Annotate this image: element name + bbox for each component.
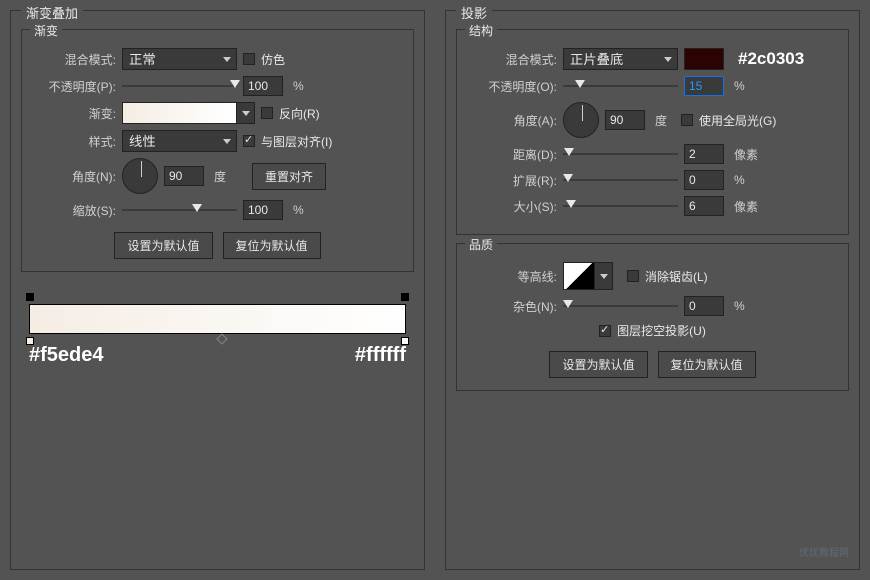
distance-label: 距离(D): xyxy=(467,146,557,163)
panel-title: 渐变叠加 xyxy=(21,3,83,22)
color-stop-right[interactable] xyxy=(401,337,409,345)
align-checkbox[interactable] xyxy=(243,135,255,147)
gradient-preview: #f5ede4 #ffffff xyxy=(21,286,414,375)
noise-slider[interactable] xyxy=(563,305,678,307)
gradient-dropdown[interactable] xyxy=(237,102,255,124)
opacity-stop-right[interactable] xyxy=(401,293,409,301)
opacity-slider[interactable] xyxy=(563,85,678,87)
drop-shadow-panel: 投影 结构 混合模式: 正片叠底 #2c0303 不透明度(O): % 角度(A… xyxy=(445,10,860,570)
scale-unit: % xyxy=(293,203,304,217)
angle-dial[interactable] xyxy=(122,158,158,194)
quality-group: 品质 等高线: 消除锯齿(L) 杂色(N): % 图层挖空投影(U) 设置为默认… xyxy=(456,243,849,391)
opacity-slider[interactable] xyxy=(122,85,237,87)
group-title: 品质 xyxy=(465,236,497,253)
angle-input[interactable] xyxy=(605,110,645,130)
knockout-checkbox[interactable] xyxy=(599,325,611,337)
style-label: 样式: xyxy=(32,133,116,150)
opacity-input[interactable] xyxy=(684,76,724,96)
distance-input[interactable] xyxy=(684,144,724,164)
reset-default-button[interactable]: 复位为默认值 xyxy=(658,351,756,378)
blend-mode-select[interactable]: 正常 xyxy=(122,48,237,70)
scale-slider[interactable] xyxy=(122,209,237,211)
noise-unit: % xyxy=(734,299,745,313)
group-title: 渐变 xyxy=(30,22,62,39)
blend-mode-select[interactable]: 正片叠底 xyxy=(563,48,678,70)
angle-dial[interactable] xyxy=(563,102,599,138)
gradient-swatch[interactable] xyxy=(122,102,237,124)
knockout-label: 图层挖空投影(U) xyxy=(617,322,706,339)
angle-label: 角度(A): xyxy=(467,112,557,129)
contour-label: 等高线: xyxy=(467,268,557,285)
midpoint-icon[interactable] xyxy=(216,333,227,344)
gradient-overlay-panel: 渐变叠加 渐变 混合模式: 正常 仿色 不透明度(P): % 渐变: 反向(R)… xyxy=(10,10,425,570)
gradient-group: 渐变 混合模式: 正常 仿色 不透明度(P): % 渐变: 反向(R) 样式: … xyxy=(21,29,414,272)
shadow-color-swatch[interactable] xyxy=(684,48,724,70)
blend-mode-label: 混合模式: xyxy=(32,51,116,68)
opacity-unit: % xyxy=(293,79,304,93)
style-select[interactable]: 线性 xyxy=(122,130,237,152)
antialias-label: 消除锯齿(L) xyxy=(645,268,708,285)
noise-label: 杂色(N): xyxy=(467,298,557,315)
watermark-text: 优优教程网 xyxy=(799,544,849,559)
antialias-checkbox[interactable] xyxy=(627,270,639,282)
dither-label: 仿色 xyxy=(261,51,285,68)
opacity-label: 不透明度(O): xyxy=(467,78,557,95)
reset-default-button[interactable]: 复位为默认值 xyxy=(223,232,321,259)
spread-label: 扩展(R): xyxy=(467,172,557,189)
dither-checkbox[interactable] xyxy=(243,53,255,65)
spread-slider[interactable] xyxy=(563,179,678,181)
contour-dropdown[interactable] xyxy=(595,262,613,290)
shadow-color-text: #2c0303 xyxy=(738,49,804,69)
distance-slider[interactable] xyxy=(563,153,678,155)
angle-unit: 度 xyxy=(214,168,226,185)
gradient-label: 渐变: xyxy=(32,105,116,122)
distance-unit: 像素 xyxy=(734,146,758,163)
panel-title: 投影 xyxy=(456,3,492,22)
opacity-stop-left[interactable] xyxy=(26,293,34,301)
align-label: 与图层对齐(I) xyxy=(261,133,332,150)
group-title: 结构 xyxy=(465,22,497,39)
stop-left-text: #f5ede4 xyxy=(29,344,104,367)
spread-unit: % xyxy=(734,173,745,187)
reset-align-button[interactable]: 重置对齐 xyxy=(252,163,326,190)
noise-input[interactable] xyxy=(684,296,724,316)
angle-label: 角度(N): xyxy=(32,168,116,185)
global-light-label: 使用全局光(G) xyxy=(699,112,776,129)
contour-swatch[interactable] xyxy=(563,262,595,290)
set-default-button[interactable]: 设置为默认值 xyxy=(114,232,212,259)
size-input[interactable] xyxy=(684,196,724,216)
gradient-bar[interactable] xyxy=(29,304,406,334)
opacity-unit: % xyxy=(734,79,745,93)
opacity-label: 不透明度(P): xyxy=(32,78,116,95)
spread-input[interactable] xyxy=(684,170,724,190)
scale-label: 缩放(S): xyxy=(32,202,116,219)
stop-right-text: #ffffff xyxy=(355,344,406,367)
angle-input[interactable] xyxy=(164,166,204,186)
global-light-checkbox[interactable] xyxy=(681,114,693,126)
size-slider[interactable] xyxy=(563,205,678,207)
scale-input[interactable] xyxy=(243,200,283,220)
size-label: 大小(S): xyxy=(467,198,557,215)
structure-group: 结构 混合模式: 正片叠底 #2c0303 不透明度(O): % 角度(A): … xyxy=(456,29,849,235)
set-default-button[interactable]: 设置为默认值 xyxy=(549,351,647,378)
reverse-checkbox[interactable] xyxy=(261,107,273,119)
color-stop-left[interactable] xyxy=(26,337,34,345)
opacity-input[interactable] xyxy=(243,76,283,96)
angle-unit: 度 xyxy=(655,112,667,129)
blend-mode-label: 混合模式: xyxy=(467,51,557,68)
reverse-label: 反向(R) xyxy=(279,105,320,122)
size-unit: 像素 xyxy=(734,198,758,215)
